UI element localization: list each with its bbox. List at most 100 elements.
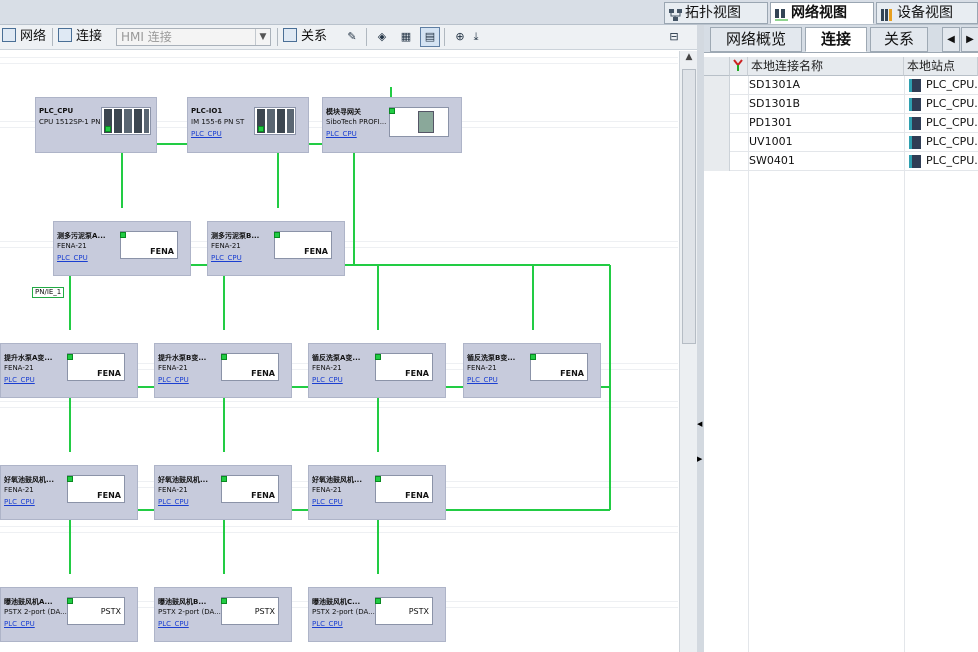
scroll-up-icon[interactable]: ▲: [681, 52, 697, 68]
pstx-module-icon: PSTX: [67, 597, 125, 625]
hmi-connection-select[interactable]: HMI 连接 ▼: [116, 28, 271, 46]
relations-icon: [283, 28, 297, 42]
tab-network-overview[interactable]: 网络概览: [710, 27, 802, 52]
tabs-scroll-right-icon[interactable]: ▶: [961, 27, 978, 52]
tab-network-view[interactable]: 网络视图: [770, 2, 874, 24]
panel-toggle-icon[interactable]: ⊟: [664, 27, 684, 47]
device-card-fena[interactable]: 测多污泥泵B... FENA-21 PLC_CPU FENA: [207, 221, 345, 276]
device-gateway[interactable]: 模块寻网关 SiboTech PROFI... PLC_CPU: [322, 97, 462, 153]
tab-topology-view[interactable]: 拓扑视图: [664, 2, 768, 24]
tab-network-label: 网络视图: [791, 5, 847, 21]
assigned-plc-link[interactable]: PLC_CPU: [57, 254, 88, 262]
assigned-plc-link[interactable]: PLC_CPU: [211, 254, 242, 262]
device-type: PSTX 2-port (DA...: [4, 608, 67, 616]
profinet-port[interactable]: [375, 598, 381, 604]
device-card-fena[interactable]: 循反洗泵A变... FENA-21 PLC_CPU FENA: [308, 343, 446, 398]
assigned-plc-link[interactable]: PLC_CPU: [158, 620, 189, 628]
device-name: 测多污泥泵B...: [211, 232, 260, 240]
fena-module-icon: FENA: [375, 353, 433, 381]
assigned-plc-link[interactable]: PLC_CPU: [4, 376, 35, 384]
assigned-plc-link[interactable]: PLC_CPU: [467, 376, 498, 384]
tab-device-view[interactable]: 设备视图: [876, 2, 978, 24]
device-type: FENA-21: [158, 364, 188, 372]
fena-label: FENA: [405, 369, 429, 378]
assigned-plc-link[interactable]: PLC_CPU: [4, 620, 35, 628]
fena-label: FENA: [150, 247, 174, 256]
network-label[interactable]: PN/IE_1: [32, 287, 65, 298]
device-card-pstx[interactable]: 曝池鼓风机C... PSTX 2-port (DA... PLC_CPU PSTX: [308, 587, 446, 642]
profinet-port[interactable]: [67, 598, 73, 604]
assigned-plc-link[interactable]: PLC_CPU: [312, 620, 343, 628]
pstx-module-icon: PSTX: [221, 597, 279, 625]
scrollbar-thumb[interactable]: [682, 69, 696, 344]
profinet-port[interactable]: [375, 476, 381, 482]
tab-relations[interactable]: 关系: [870, 27, 928, 52]
profinet-port[interactable]: [67, 476, 73, 482]
profinet-port[interactable]: [530, 354, 536, 360]
assigned-plc-link[interactable]: PLC_CPU: [326, 130, 357, 138]
device-card-pstx[interactable]: 曝池鼓风机B... PSTX 2-port (DA... PLC_CPU PSTX: [154, 587, 292, 642]
assigned-plc-link[interactable]: PLC_CPU: [191, 130, 222, 138]
tabs-scroll-left-icon[interactable]: ◀: [942, 27, 960, 52]
device-name: 好氧池鼓风机...: [158, 476, 208, 484]
network-canvas[interactable]: PN/IE_1 PLC_CPU CPU 1512SP-1 PN PLC-IO1 …: [0, 51, 678, 652]
device-card-fena[interactable]: 提升水泵A变... FENA-21 PLC_CPU FENA: [0, 343, 138, 398]
tab-topology-label: 拓扑视图: [685, 5, 741, 21]
device-type: CPU 1512SP-1 PN: [39, 118, 101, 126]
tab-connections[interactable]: 连接: [805, 27, 867, 52]
device-type: FENA-21: [57, 242, 87, 250]
assigned-plc-link[interactable]: PLC_CPU: [158, 498, 189, 506]
profinet-port[interactable]: [67, 354, 73, 360]
assigned-plc-link[interactable]: PLC_CPU: [4, 498, 35, 506]
collapse-left-icon[interactable]: ◀: [697, 420, 702, 428]
column-header-station[interactable]: 本地站点: [904, 57, 978, 76]
device-card-fena[interactable]: 循反洗泵B变... FENA-21 PLC_CPU FENA: [463, 343, 601, 398]
device-plc-io1[interactable]: PLC-IO1 IM 155-6 PN ST PLC_CPU: [187, 97, 309, 153]
device-type: FENA-21: [4, 486, 34, 494]
table-row[interactable]: SD1301A PLC_CPU...: [704, 76, 978, 95]
table-row[interactable]: UV1001 PLC_CPU...: [704, 133, 978, 152]
table-view-icon[interactable]: ▤: [420, 27, 440, 47]
collapse-right-icon[interactable]: ▶: [697, 455, 702, 463]
profinet-port[interactable]: [258, 126, 264, 132]
table-row[interactable]: SW0401 PLC_CPU...: [704, 152, 978, 171]
chevron-down-icon[interactable]: ▼: [255, 29, 270, 45]
column-header-name[interactable]: 本地连接名称: [748, 57, 904, 76]
relations-button[interactable]: 关系: [283, 27, 327, 47]
device-card-pstx[interactable]: 曝池鼓风机A... PSTX 2-port (DA... PLC_CPU PSTX: [0, 587, 138, 642]
profinet-port[interactable]: [274, 232, 280, 238]
toolbar-separator: [52, 28, 53, 46]
assigned-plc-link[interactable]: PLC_CPU: [158, 376, 189, 384]
device-card-fena[interactable]: 好氧池鼓风机... FENA-21 PLC_CPU FENA: [154, 465, 292, 520]
pstx-label: PSTX: [100, 607, 121, 616]
highlight-icon[interactable]: ◈: [372, 27, 392, 47]
device-type: FENA-21: [158, 486, 188, 494]
profinet-port[interactable]: [375, 354, 381, 360]
profinet-port[interactable]: [221, 598, 227, 604]
network-mode-button[interactable]: 网络: [2, 27, 46, 47]
profinet-port[interactable]: [105, 126, 111, 132]
device-type: FENA-21: [467, 364, 497, 372]
splitter[interactable]: ◀ ▶: [697, 25, 704, 652]
device-card-fena[interactable]: 提升水泵B变... FENA-21 PLC_CPU FENA: [154, 343, 292, 398]
download-icon[interactable]: ⤓: [466, 27, 486, 47]
column-filter-icon[interactable]: [730, 57, 748, 76]
table-row[interactable]: PD1301 PLC_CPU...: [704, 114, 978, 133]
device-card-fena[interactable]: 好氧池鼓风机... FENA-21 PLC_CPU FENA: [0, 465, 138, 520]
profinet-port[interactable]: [221, 476, 227, 482]
assigned-plc-link[interactable]: PLC_CPU: [312, 498, 343, 506]
connect-mode-button[interactable]: 连接: [58, 27, 102, 47]
rename-icon[interactable]: ✎: [342, 27, 362, 47]
vertical-scrollbar[interactable]: ▲: [679, 51, 697, 652]
device-name: 循反洗泵B变...: [467, 354, 516, 362]
table-row[interactable]: SD1301B PLC_CPU...: [704, 95, 978, 114]
grid-view-icon[interactable]: ▦: [396, 27, 416, 47]
fena-label: FENA: [304, 247, 328, 256]
assigned-plc-link[interactable]: PLC_CPU: [312, 376, 343, 384]
device-card-fena[interactable]: 好氧池鼓风机... FENA-21 PLC_CPU FENA: [308, 465, 446, 520]
profinet-port[interactable]: [221, 354, 227, 360]
profinet-port[interactable]: [120, 232, 126, 238]
profinet-port[interactable]: [389, 108, 395, 114]
device-card-fena[interactable]: 测多污泥泵A... FENA-21 PLC_CPU FENA: [53, 221, 191, 276]
device-plc-cpu[interactable]: PLC_CPU CPU 1512SP-1 PN: [35, 97, 157, 153]
